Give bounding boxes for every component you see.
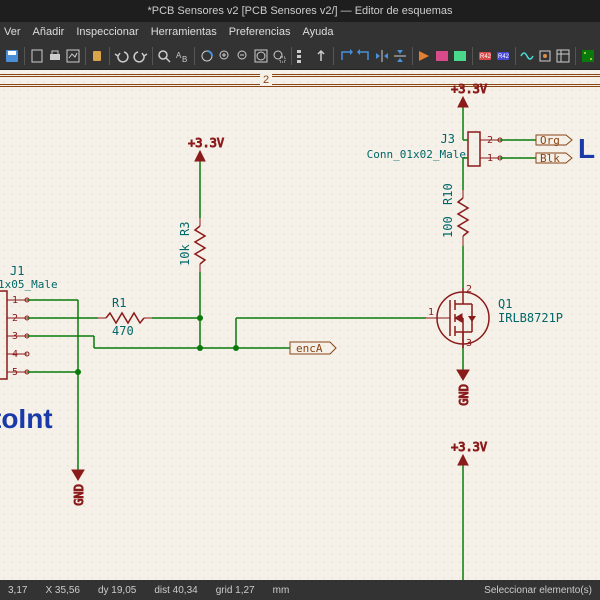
- status-coord1: 3,17: [8, 585, 27, 596]
- status-bar: 3,17 X 35,56 dy 19,05 dist 40,34 grid 1,…: [0, 580, 600, 600]
- status-hint: Seleccionar elemento(s): [484, 585, 592, 596]
- svg-text:Q1: Q1: [498, 297, 512, 311]
- undo-icon[interactable]: [114, 45, 130, 67]
- annotate-icon[interactable]: R42: [477, 45, 493, 67]
- svg-text:1: 1: [487, 153, 493, 164]
- bom-icon[interactable]: [555, 45, 571, 67]
- rotate-cw-icon[interactable]: [356, 45, 372, 67]
- svg-text:R3: R3: [178, 222, 192, 236]
- pcb-icon[interactable]: [580, 45, 596, 67]
- save-icon[interactable]: [4, 45, 20, 67]
- svg-text:3: 3: [12, 331, 18, 342]
- status-coord4: dist 40,34: [154, 585, 197, 596]
- window-title: *PCB Sensores v2 [PCB Sensores v2/] — Ed…: [0, 0, 600, 22]
- toolbar: AB R42 R42: [0, 42, 600, 70]
- zoom-fit-icon[interactable]: [253, 45, 269, 67]
- zoom-selection-icon[interactable]: [271, 45, 287, 67]
- svg-text:1x05_Male: 1x05_Male: [0, 278, 58, 291]
- svg-text:10k: 10k: [178, 244, 192, 266]
- svg-text:GND: GND: [72, 484, 86, 506]
- simulator-icon[interactable]: [519, 45, 535, 67]
- svg-text:L: L: [578, 133, 595, 164]
- symbol-editor-icon[interactable]: [416, 45, 432, 67]
- svg-text:Org: Org: [540, 134, 560, 147]
- svg-text:Conn_01x02_Male: Conn_01x02_Male: [367, 148, 466, 161]
- menu-inspeccionar[interactable]: Inspeccionar: [76, 26, 138, 38]
- svg-text:R42: R42: [498, 54, 510, 60]
- svg-text:2: 2: [12, 313, 18, 324]
- svg-text:GND: GND: [457, 384, 471, 406]
- svg-text:2: 2: [466, 284, 472, 295]
- svg-text:+3.3V: +3.3V: [451, 440, 487, 454]
- plot-icon[interactable]: [65, 45, 81, 67]
- svg-text:toInt: toInt: [0, 403, 53, 434]
- svg-text:J1: J1: [10, 264, 24, 278]
- svg-text:J3: J3: [441, 132, 455, 146]
- hierarchy-icon[interactable]: [295, 45, 311, 67]
- svg-text:R1: R1: [112, 296, 126, 310]
- svg-text:1: 1: [12, 295, 18, 306]
- mirror-v-icon[interactable]: [392, 45, 408, 67]
- menu-preferencias[interactable]: Preferencias: [229, 26, 291, 38]
- svg-text:R42: R42: [480, 54, 492, 60]
- zoom-in-icon[interactable]: [217, 45, 233, 67]
- svg-text:B: B: [182, 55, 187, 64]
- schematic-drawing: +3.3V +3.3V 2 1 J3 Conn_01x02_Male Org B…: [0, 70, 600, 580]
- menu-bar: Ver Añadir Inspeccionar Herramientas Pre…: [0, 22, 600, 42]
- assign-footprints-icon[interactable]: [537, 45, 553, 67]
- svg-text:470: 470: [112, 324, 134, 338]
- schematic-canvas[interactable]: 2 +3.3V +3.3V 2 1 J3 Conn_01x02_Male Org…: [0, 70, 600, 580]
- svg-text:encA: encA: [296, 342, 323, 355]
- erc-icon[interactable]: R42: [495, 45, 511, 67]
- status-coord2: X 35,56: [45, 585, 79, 596]
- page-settings-icon[interactable]: [29, 45, 45, 67]
- menu-anadir[interactable]: Añadir: [33, 26, 65, 38]
- svg-text:4: 4: [12, 349, 18, 360]
- svg-text:Blk: Blk: [540, 152, 560, 165]
- rotate-ccw-icon[interactable]: [338, 45, 354, 67]
- zoom-out-icon[interactable]: [235, 45, 251, 67]
- footprint-editor-icon[interactable]: [452, 45, 468, 67]
- svg-text:3: 3: [466, 338, 472, 349]
- svg-text:IRLB8721P: IRLB8721P: [498, 311, 563, 325]
- paste-icon[interactable]: [89, 45, 105, 67]
- menu-ver[interactable]: Ver: [4, 26, 21, 38]
- svg-text:+3.3V: +3.3V: [188, 136, 224, 150]
- print-icon[interactable]: [47, 45, 63, 67]
- redo-icon[interactable]: [132, 45, 148, 67]
- leave-sheet-icon[interactable]: [313, 45, 329, 67]
- svg-text:100: 100: [441, 216, 455, 238]
- svg-text:+3.3V: +3.3V: [451, 82, 487, 96]
- menu-herramientas[interactable]: Herramientas: [151, 26, 217, 38]
- symbol-browser-icon[interactable]: [434, 45, 450, 67]
- svg-text:2: 2: [487, 135, 493, 146]
- menu-ayuda[interactable]: Ayuda: [302, 26, 333, 38]
- status-grid: grid 1,27: [216, 585, 255, 596]
- svg-text:1: 1: [428, 307, 434, 318]
- mirror-h-icon[interactable]: [374, 45, 390, 67]
- svg-text:5: 5: [12, 367, 18, 378]
- zoom-redraw-icon[interactable]: [199, 45, 215, 67]
- find-icon[interactable]: [156, 45, 172, 67]
- status-coord3: dy 19,05: [98, 585, 136, 596]
- status-unit: mm: [273, 585, 290, 596]
- replace-icon[interactable]: AB: [174, 45, 190, 67]
- svg-text:R10: R10: [441, 183, 455, 205]
